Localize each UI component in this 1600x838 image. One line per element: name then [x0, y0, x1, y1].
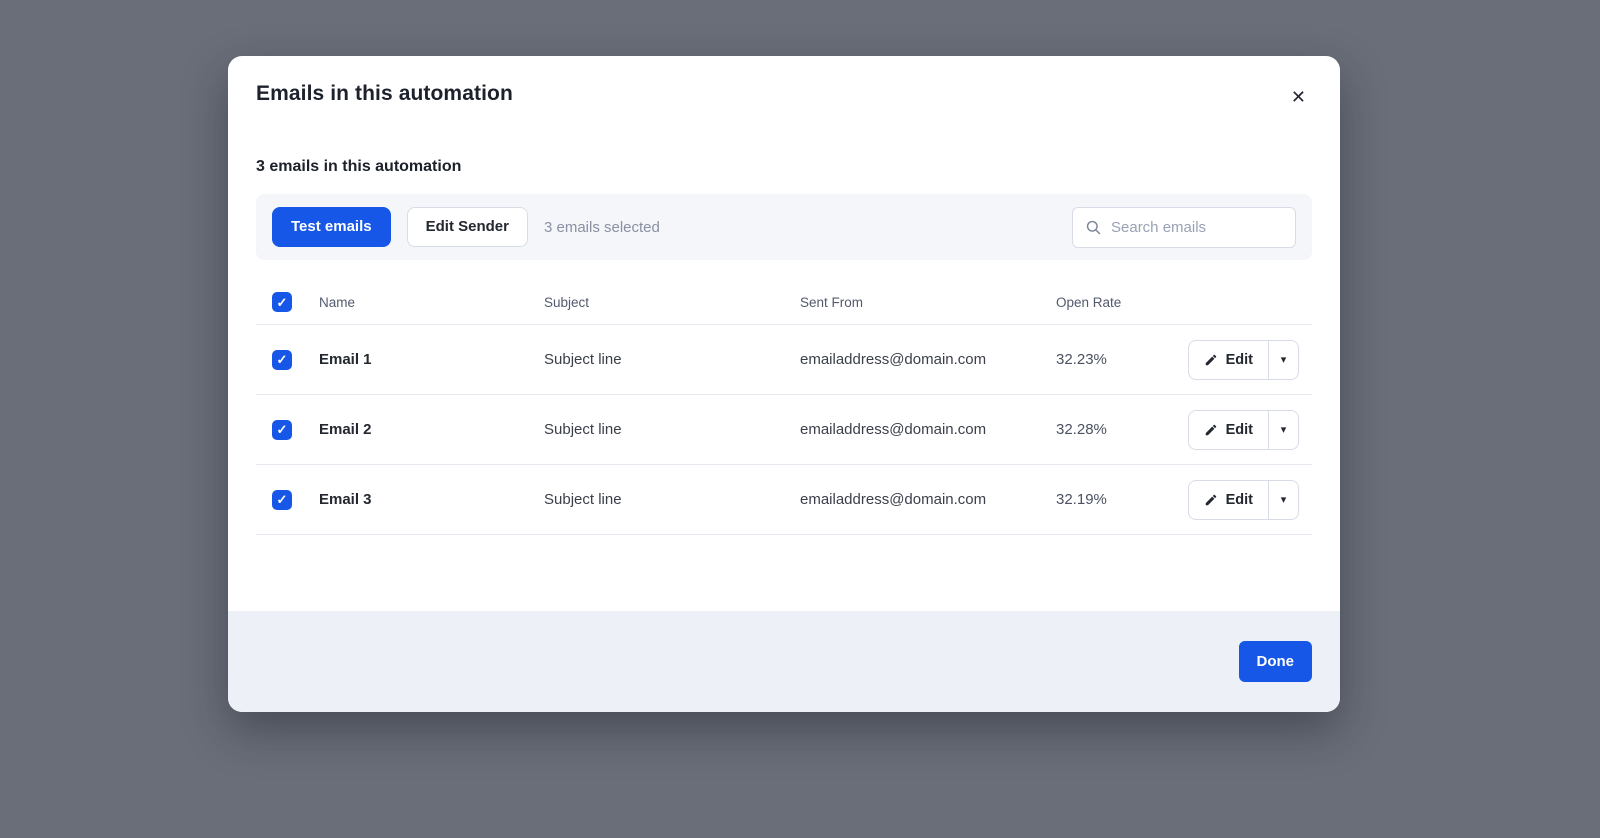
- emails-automation-modal: Emails in this automation ✕ 3 emails in …: [228, 56, 1340, 712]
- search-emails-input[interactable]: [1111, 218, 1283, 236]
- email-subject: Subject line: [544, 421, 622, 438]
- table-row: ✓ Email 1 Subject line emailaddress@doma…: [256, 325, 1312, 395]
- row-checkbox-cell: ✓: [272, 419, 319, 440]
- email-name: Email 1: [319, 351, 372, 368]
- table-row: ✓ Email 3 Subject line emailaddress@doma…: [256, 465, 1312, 535]
- chevron-down-icon: ▾: [1280, 354, 1287, 366]
- email-name: Email 3: [319, 491, 372, 508]
- edit-split-button: Edit ▾: [1187, 339, 1299, 380]
- chevron-down-icon: ▾: [1280, 424, 1287, 436]
- edit-dropdown-caret[interactable]: ▾: [1268, 410, 1298, 449]
- modal-footer: Done: [228, 611, 1340, 712]
- column-header-open-rate: Open Rate: [1056, 294, 1122, 310]
- edit-button-label: Edit: [1225, 421, 1253, 438]
- email-subject: Subject line: [544, 351, 622, 368]
- column-header-sent-from: Sent From: [800, 294, 864, 310]
- email-name: Email 2: [319, 421, 372, 438]
- pencil-icon: [1204, 423, 1218, 437]
- row-actions: Edit ▾: [1174, 339, 1312, 380]
- row-actions: Edit ▾: [1174, 409, 1312, 450]
- column-header-subject: Subject: [544, 294, 590, 310]
- row-checkbox[interactable]: ✓: [272, 419, 292, 440]
- search-emails-box[interactable]: [1072, 206, 1296, 248]
- email-subject: Subject line: [544, 491, 622, 508]
- header-checkbox-cell: ✓: [272, 292, 319, 312]
- row-checkbox-cell: ✓: [272, 349, 319, 370]
- edit-split-button: Edit ▾: [1187, 479, 1299, 520]
- email-count-subtitle: 3 emails in this automation: [256, 158, 462, 175]
- email-sent-from: emailaddress@domain.com: [800, 491, 987, 508]
- chevron-down-icon: ▾: [1280, 494, 1287, 506]
- toolbar: Test emails Edit Sender 3 emails selecte…: [256, 194, 1312, 260]
- test-emails-button[interactable]: Test emails: [272, 206, 391, 248]
- edit-button[interactable]: Edit: [1189, 411, 1268, 449]
- pencil-icon: [1204, 353, 1218, 367]
- email-sent-from: emailaddress@domain.com: [800, 421, 987, 438]
- table-row: ✓ Email 2 Subject line emailaddress@doma…: [256, 395, 1312, 465]
- search-icon: [1085, 219, 1102, 236]
- email-open-rate: 32.23%: [1056, 351, 1107, 368]
- edit-button[interactable]: Edit: [1189, 341, 1268, 379]
- pencil-icon: [1204, 493, 1218, 507]
- email-open-rate: 32.28%: [1056, 421, 1107, 438]
- edit-button-label: Edit: [1225, 351, 1253, 368]
- row-checkbox-cell: ✓: [272, 489, 319, 510]
- table-header-row: ✓ Name Subject Sent From Open Rate: [256, 280, 1312, 325]
- edit-dropdown-caret[interactable]: ▾: [1268, 340, 1298, 379]
- modal-header: Emails in this automation ✕: [228, 56, 1340, 110]
- row-actions: Edit ▾: [1174, 479, 1312, 520]
- edit-button[interactable]: Edit: [1189, 481, 1268, 519]
- emails-selected-text: 3 emails selected: [543, 218, 660, 236]
- page-overlay: Emails in this automation ✕ 3 emails in …: [0, 0, 1600, 838]
- email-open-rate: 32.19%: [1056, 491, 1107, 508]
- done-button[interactable]: Done: [1238, 641, 1312, 682]
- column-header-name: Name: [319, 294, 356, 310]
- email-sent-from: emailaddress@domain.com: [800, 351, 987, 368]
- edit-button-label: Edit: [1225, 491, 1253, 508]
- modal-title: Emails in this automation: [256, 82, 513, 105]
- select-all-checkbox[interactable]: ✓: [272, 292, 292, 312]
- close-icon[interactable]: ✕: [1287, 84, 1310, 110]
- edit-sender-button[interactable]: Edit Sender: [406, 206, 528, 248]
- emails-table: ✓ Name Subject Sent From Open Rate ✓ Ema…: [256, 280, 1312, 535]
- modal-spacer: [228, 535, 1340, 611]
- row-checkbox[interactable]: ✓: [272, 489, 292, 510]
- edit-split-button: Edit ▾: [1187, 409, 1299, 450]
- row-checkbox[interactable]: ✓: [272, 349, 292, 370]
- edit-dropdown-caret[interactable]: ▾: [1268, 480, 1298, 519]
